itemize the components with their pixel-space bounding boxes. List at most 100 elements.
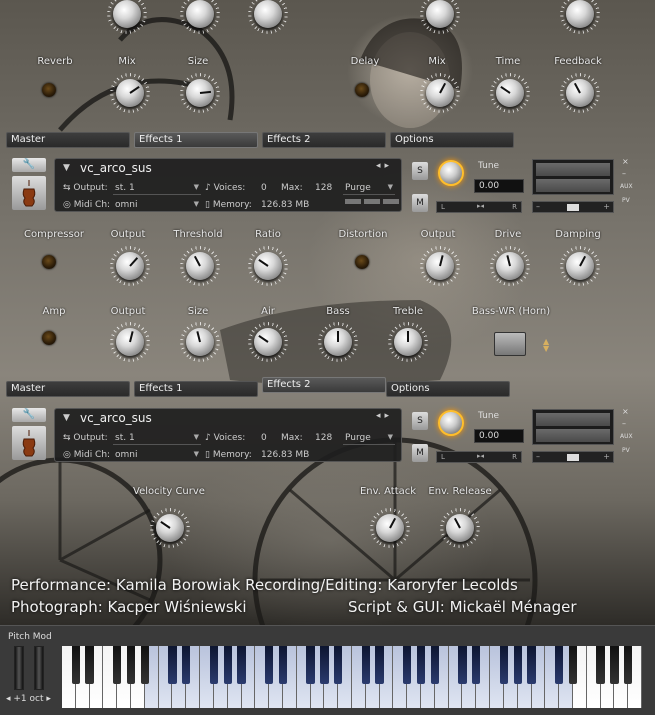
violin-icon[interactable]	[12, 176, 46, 210]
tune-value[interactable]: 0.00	[474, 179, 524, 193]
black-key[interactable]	[624, 646, 633, 684]
midi-channel-dropdown[interactable]: omni	[113, 449, 201, 462]
bass-knob[interactable]	[318, 322, 358, 362]
black-key[interactable]	[568, 646, 578, 684]
instrument-name[interactable]: vc_arco_sus	[80, 411, 152, 425]
purge-dropdown[interactable]: Purge	[343, 182, 395, 195]
amp-size-knob[interactable]	[180, 322, 220, 362]
black-key[interactable]	[278, 646, 288, 684]
black-key[interactable]	[403, 646, 412, 684]
black-key[interactable]	[555, 646, 564, 684]
pv-button[interactable]: PV	[622, 197, 630, 204]
delay-mix-knob[interactable]	[420, 73, 460, 113]
black-key[interactable]	[168, 646, 177, 684]
black-key[interactable]	[527, 646, 536, 684]
volume-slider[interactable]: – +	[532, 201, 614, 213]
tune-value[interactable]: 0.00	[474, 429, 524, 443]
compressor-power-button[interactable]	[42, 255, 56, 269]
output-dropdown[interactable]: st. 1	[113, 182, 201, 195]
output-dropdown[interactable]: st. 1	[113, 432, 201, 445]
piano-keyboard[interactable]	[62, 646, 642, 708]
mute-button[interactable]: M	[412, 444, 428, 462]
tune-knob[interactable]	[438, 160, 464, 186]
reverb-mix-knob[interactable]	[110, 73, 150, 113]
collapse-icon[interactable]: ▼	[63, 163, 70, 173]
solo-button[interactable]: S	[412, 162, 428, 180]
tab-master[interactable]: Master	[6, 381, 130, 397]
top-cut-knob[interactable]	[107, 0, 147, 34]
collapse-icon[interactable]: ▼	[63, 413, 70, 423]
damping-knob[interactable]	[560, 246, 600, 286]
violin-icon[interactable]	[12, 426, 46, 460]
close-icon[interactable]: ×	[622, 407, 629, 416]
top-cut-knob[interactable]	[420, 0, 460, 34]
tab-effects-2[interactable]: Effects 2	[262, 377, 386, 393]
black-key[interactable]	[499, 646, 509, 684]
instrument-name[interactable]: vc_arco_sus	[80, 161, 152, 175]
black-key[interactable]	[458, 646, 467, 684]
black-key[interactable]	[472, 646, 481, 684]
max-voices-value[interactable]: 128	[315, 183, 332, 193]
black-key[interactable]	[71, 646, 80, 684]
black-key[interactable]	[320, 646, 329, 684]
solo-button[interactable]: S	[412, 412, 428, 430]
black-key[interactable]	[610, 646, 619, 684]
pv-button[interactable]: PV	[622, 447, 630, 454]
instrument-nav-arrows-icon[interactable]: ◂▸	[376, 161, 393, 171]
black-key[interactable]	[334, 646, 343, 684]
distortion-output-knob[interactable]	[420, 246, 460, 286]
black-key[interactable]	[361, 646, 370, 684]
tab-effects-1[interactable]: Effects 1	[134, 381, 258, 397]
black-key[interactable]	[140, 646, 149, 684]
black-key[interactable]	[416, 646, 426, 684]
close-icon[interactable]: ×	[622, 157, 629, 166]
volume-handle[interactable]	[567, 204, 579, 211]
threshold-knob[interactable]	[180, 246, 220, 286]
tab-master[interactable]: Master	[6, 132, 130, 148]
octave-shift[interactable]: ◂ +1 oct ▸	[6, 694, 51, 704]
tab-effects-1[interactable]: Effects 1	[134, 132, 258, 148]
distortion-power-button[interactable]	[355, 255, 369, 269]
ratio-knob[interactable]	[248, 246, 288, 286]
minimize-icon[interactable]: –	[622, 169, 626, 178]
reverb-power-button[interactable]	[42, 83, 56, 97]
drive-knob[interactable]	[490, 246, 530, 286]
env-attack-knob[interactable]	[370, 508, 410, 548]
black-key[interactable]	[430, 646, 439, 684]
wrench-icon[interactable]: 🔧	[12, 158, 46, 172]
wrench-icon[interactable]: 🔧	[12, 408, 46, 422]
tab-effects-2[interactable]: Effects 2	[262, 132, 386, 148]
env-release-knob[interactable]	[440, 508, 480, 548]
volume-slider[interactable]: – +	[532, 451, 614, 463]
black-key[interactable]	[265, 646, 274, 684]
top-cut-knob[interactable]	[560, 0, 600, 34]
compressor-output-knob[interactable]	[110, 246, 150, 286]
top-cut-knob[interactable]	[180, 0, 220, 34]
black-key[interactable]	[513, 646, 522, 684]
tab-options[interactable]: Options	[386, 381, 510, 397]
black-key[interactable]	[209, 646, 219, 684]
aux-button[interactable]: AUX	[620, 183, 633, 190]
black-key[interactable]	[596, 646, 605, 684]
black-key[interactable]	[306, 646, 315, 684]
pitch-wheel[interactable]	[14, 646, 24, 690]
tune-knob[interactable]	[438, 410, 464, 436]
amp-output-knob[interactable]	[110, 322, 150, 362]
minimize-icon[interactable]: –	[622, 419, 626, 428]
amp-power-button[interactable]	[42, 331, 56, 345]
top-cut-knob[interactable]	[248, 0, 288, 34]
black-key[interactable]	[375, 646, 384, 684]
mod-wheel[interactable]	[34, 646, 44, 690]
pan-slider[interactable]: L ▸◂ R	[436, 201, 522, 213]
aux-button[interactable]: AUX	[620, 433, 633, 440]
black-key[interactable]	[223, 646, 232, 684]
volume-handle[interactable]	[567, 454, 579, 461]
pan-slider[interactable]: L ▸◂ R	[436, 451, 522, 463]
reverb-size-knob[interactable]	[180, 73, 220, 113]
delay-time-knob[interactable]	[490, 73, 530, 113]
black-key[interactable]	[85, 646, 94, 684]
black-key[interactable]	[113, 646, 122, 684]
treble-knob[interactable]	[388, 322, 428, 362]
black-key[interactable]	[126, 646, 136, 684]
black-key[interactable]	[237, 646, 246, 684]
